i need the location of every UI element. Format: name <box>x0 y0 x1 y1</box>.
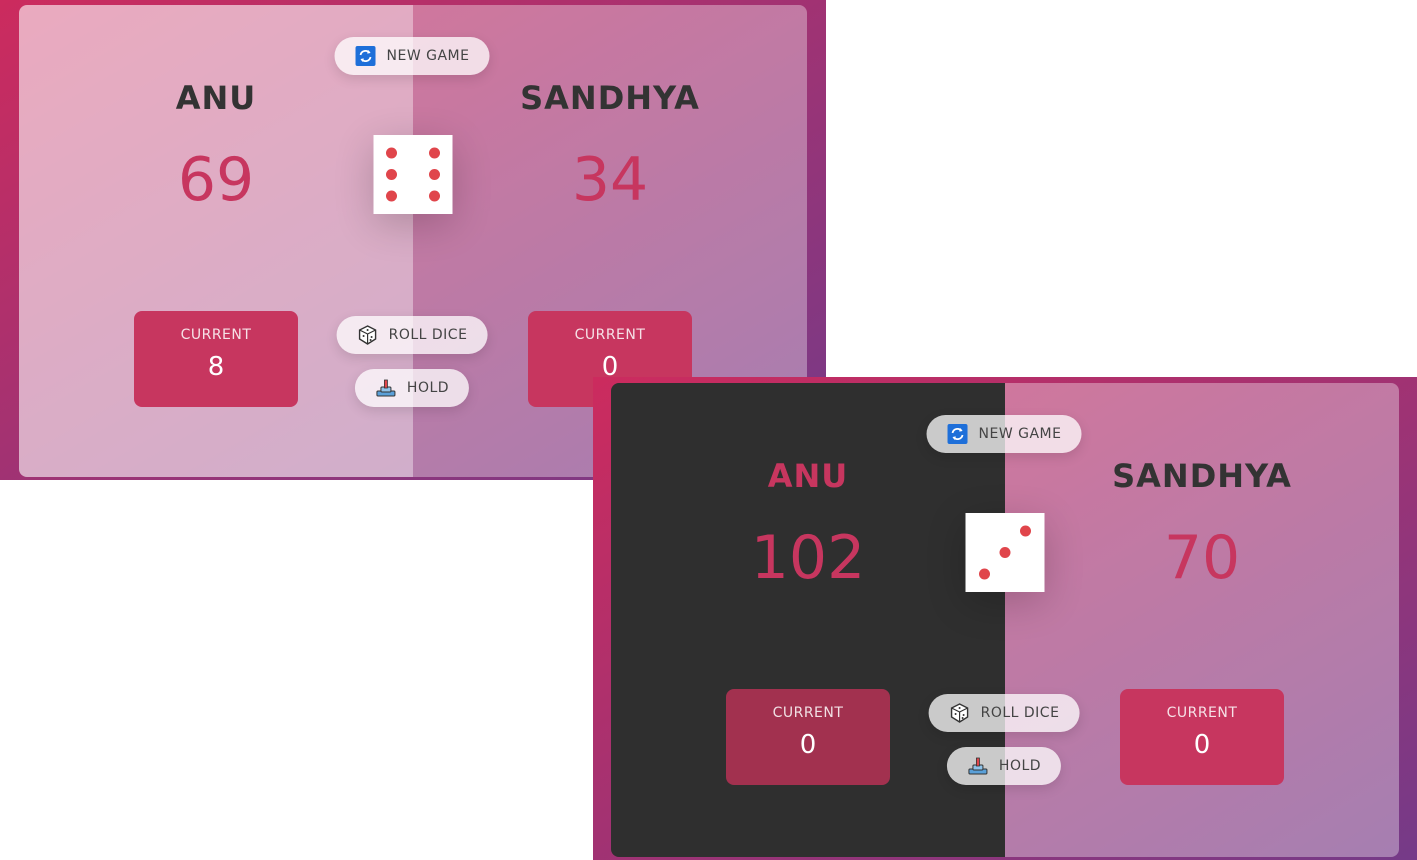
roll-dice-label: ROLL DICE <box>388 327 468 343</box>
player-1-name: ANU <box>175 79 257 117</box>
hold-label: HOLD <box>406 380 450 396</box>
dice-icon <box>358 325 377 345</box>
player-1-total-score: 69 <box>177 145 255 215</box>
current-label: CURRENT <box>772 705 844 721</box>
current-label: CURRENT <box>574 327 646 343</box>
player-1-total-score: 102 <box>750 523 866 593</box>
dice-icon <box>950 703 969 723</box>
player-2-total-score: 34 <box>571 145 649 215</box>
hold-button[interactable]: HOLD <box>354 369 470 407</box>
player-2-panel: SANDHYA 70 CURRENT 0 <box>1005 383 1399 857</box>
dice-pip <box>1020 525 1031 537</box>
player-2-current-score: 0 <box>1193 730 1211 760</box>
dice-pip <box>979 568 990 580</box>
new-game-label: NEW GAME <box>386 48 470 64</box>
player-2-name: SANDHYA <box>1112 457 1292 495</box>
dice-dots <box>386 147 440 202</box>
game-board: ANU 102 CURRENT 0 SANDHYA 70 CURRENT 0 N… <box>611 383 1399 857</box>
dice-face <box>373 135 453 214</box>
player-1-name: ANU <box>767 457 849 495</box>
player-1-current-score: 0 <box>799 730 817 760</box>
dice-dots <box>979 525 1031 580</box>
current-label: CURRENT <box>1166 705 1238 721</box>
player-2-total-score: 70 <box>1163 523 1241 593</box>
new-game-button[interactable]: NEW GAME <box>334 37 490 75</box>
dice-pip <box>386 169 397 180</box>
hold-lever-icon <box>968 757 988 775</box>
current-label: CURRENT <box>180 327 252 343</box>
dice-pip <box>429 169 440 180</box>
player-2-current-box: CURRENT 0 <box>1120 689 1284 785</box>
player-1-current-box: CURRENT 0 <box>726 689 890 785</box>
player-1-panel: ANU 102 CURRENT 0 <box>611 383 1005 857</box>
new-game-button[interactable]: NEW GAME <box>926 415 1082 453</box>
game-window-2: ANU 102 CURRENT 0 SANDHYA 70 CURRENT 0 N… <box>593 377 1417 860</box>
hold-label: HOLD <box>998 758 1042 774</box>
player-1-current-box: CURRENT 8 <box>134 311 298 407</box>
refresh-icon <box>355 46 376 66</box>
roll-dice-button[interactable]: ROLL DICE <box>336 316 488 354</box>
refresh-icon <box>947 424 968 444</box>
dice-pip <box>429 147 440 159</box>
dice-pip <box>386 190 397 202</box>
dice-pip <box>429 190 440 202</box>
roll-dice-button[interactable]: ROLL DICE <box>928 694 1080 732</box>
dice-pip <box>386 147 397 159</box>
dice-pip <box>999 547 1011 558</box>
new-game-label: NEW GAME <box>978 426 1062 442</box>
player-1-panel: ANU 69 CURRENT 8 <box>19 5 413 477</box>
hold-lever-icon <box>376 379 396 397</box>
player-1-current-score: 8 <box>207 352 225 382</box>
hold-button[interactable]: HOLD <box>946 747 1062 785</box>
dice-face <box>965 513 1045 592</box>
roll-dice-label: ROLL DICE <box>980 705 1060 721</box>
player-2-name: SANDHYA <box>520 79 700 117</box>
